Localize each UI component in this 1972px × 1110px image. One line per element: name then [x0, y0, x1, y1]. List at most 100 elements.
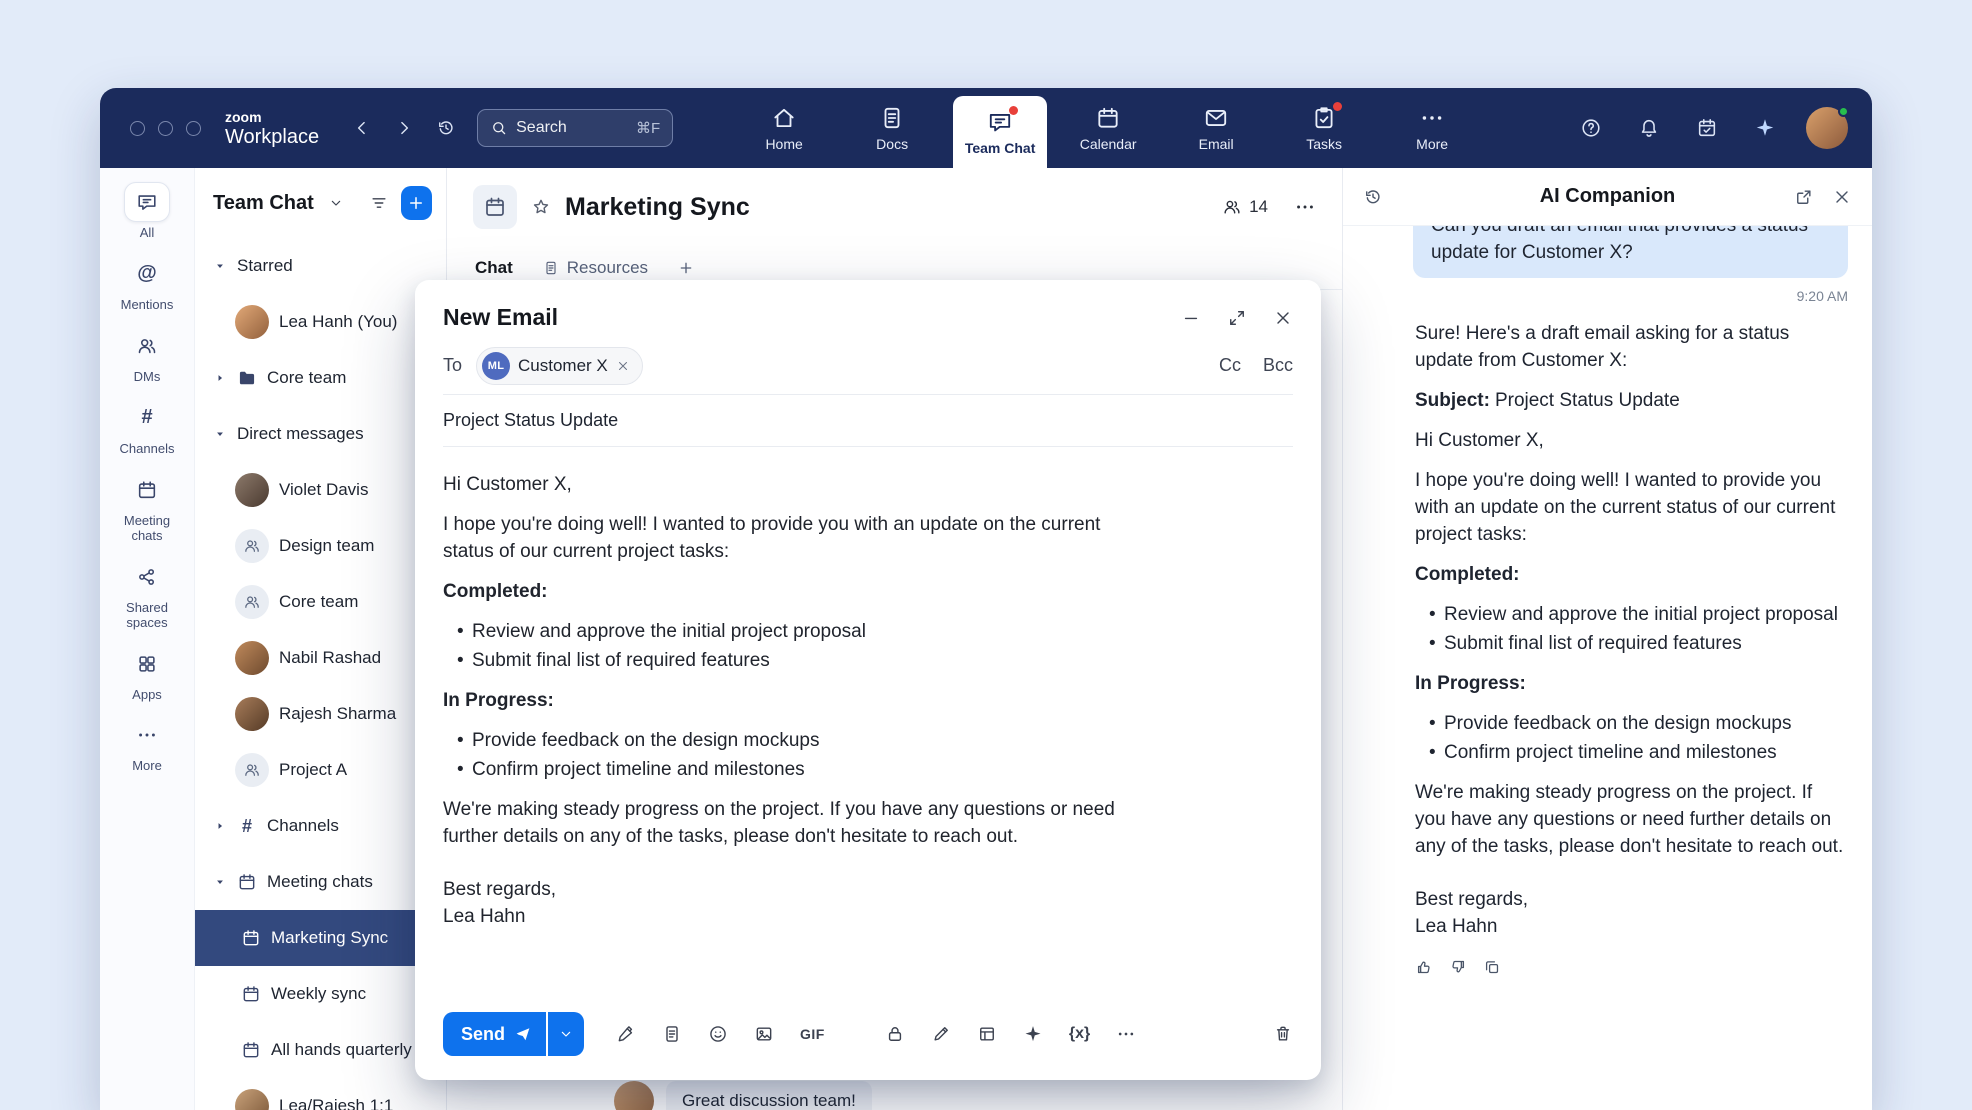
recipient-name: Customer X — [518, 356, 608, 376]
people-icon — [243, 537, 261, 555]
toolbar-more-button[interactable] — [1116, 1024, 1136, 1044]
help-button[interactable] — [1574, 111, 1608, 145]
recipient-chip[interactable]: ML Customer X — [476, 347, 643, 385]
ai-companion-button[interactable] — [1748, 111, 1782, 145]
rail-item-more[interactable]: More — [102, 713, 192, 776]
insert-image-button[interactable] — [754, 1024, 774, 1044]
send-options-button[interactable] — [548, 1012, 584, 1056]
home-icon — [771, 105, 797, 131]
participant-count: 14 — [1249, 197, 1268, 217]
signature-button[interactable] — [931, 1024, 951, 1044]
tasks-notification-dot — [1333, 102, 1342, 111]
nav-tasks[interactable]: Tasks — [1277, 88, 1371, 168]
chat-item-core-team[interactable]: Core team — [195, 574, 446, 630]
ai-history-button[interactable] — [1363, 187, 1383, 207]
rail-item-mentions[interactable]: @ Mentions — [102, 252, 192, 315]
rail-item-channels[interactable]: # Channels — [102, 396, 192, 459]
send-icon — [514, 1025, 532, 1043]
chat-item-rajesh-sharma[interactable]: Rajesh Sharma — [195, 686, 446, 742]
bcc-button[interactable]: Bcc — [1263, 355, 1293, 376]
send-button[interactable]: Send — [443, 1012, 546, 1056]
rail-item-meeting-chats[interactable]: Meeting chats — [102, 468, 192, 546]
filter-button[interactable] — [365, 188, 393, 218]
attach-file-button[interactable] — [662, 1024, 682, 1044]
modal-expand-button[interactable] — [1227, 308, 1247, 328]
format-button[interactable] — [616, 1024, 636, 1044]
nav-home[interactable]: Home — [737, 88, 831, 168]
list-item: Provide feedback on the design mockups — [1427, 710, 1848, 737]
history-button[interactable] — [429, 111, 463, 145]
subject-field[interactable]: Project Status Update — [443, 395, 1293, 447]
discard-draft-button[interactable] — [1273, 1024, 1293, 1044]
thumbs-down-icon — [1449, 958, 1467, 976]
chat-item-design-team[interactable]: Design team — [195, 518, 446, 574]
list-item: Submit final list of required features — [1427, 630, 1848, 657]
thumbs-down-button[interactable] — [1449, 958, 1467, 976]
ai-pop-out-button[interactable] — [1794, 187, 1814, 207]
chat-item-nabil-rashad[interactable]: Nabil Rashad — [195, 630, 446, 686]
rail-item-apps[interactable]: Apps — [102, 642, 192, 705]
hash-icon: # — [237, 816, 257, 837]
chat-item-core-team-folder[interactable]: Core team — [195, 350, 446, 406]
rail-item-dms[interactable]: DMs — [102, 324, 192, 387]
rail-item-all[interactable]: All — [102, 180, 192, 243]
back-button[interactable] — [345, 111, 379, 145]
topbar: zoom Workplace Search ⌘F Home — [100, 88, 1872, 168]
nav-email[interactable]: Email — [1169, 88, 1263, 168]
logo-workplace-text: Workplace — [225, 127, 319, 147]
sidebar-title-dropdown[interactable] — [322, 188, 350, 218]
ai-response-paragraph: I hope you're doing well! I wanted to pr… — [1415, 467, 1848, 548]
chat-item-all-hands-quarterly[interactable]: All hands quarterly — [195, 1022, 446, 1078]
remove-recipient-button[interactable] — [616, 359, 630, 373]
chat-item-violet-davis[interactable]: Violet Davis — [195, 462, 446, 518]
gif-button[interactable]: GIF — [800, 1026, 825, 1042]
user-avatar[interactable] — [1806, 107, 1848, 149]
chat-item-weekly-sync[interactable]: Weekly sync — [195, 966, 446, 1022]
email-body-editor[interactable]: Hi Customer X, I hope you're doing well!… — [443, 447, 1155, 1000]
section-channels[interactable]: # Channels — [195, 798, 446, 854]
modal-minimize-button[interactable] — [1181, 308, 1201, 328]
ai-compose-button[interactable] — [1023, 1024, 1043, 1044]
chat-item-project-a[interactable]: Project A — [195, 742, 446, 798]
nav-calendar[interactable]: Calendar — [1061, 88, 1155, 168]
calendar-icon — [241, 928, 261, 948]
list-item: Confirm project timeline and milestones — [455, 756, 1155, 783]
upcoming-meetings-button[interactable] — [1690, 111, 1724, 145]
window-zoom-button[interactable] — [186, 121, 201, 136]
forward-button[interactable] — [387, 111, 421, 145]
expand-icon — [1227, 308, 1247, 328]
thumbs-up-button[interactable] — [1415, 958, 1433, 976]
new-chat-button[interactable] — [401, 186, 432, 220]
cc-button[interactable]: Cc — [1219, 355, 1241, 376]
avatar — [235, 641, 269, 675]
rail-item-shared-spaces[interactable]: Shared spaces — [102, 555, 192, 633]
notifications-button[interactable] — [1632, 111, 1666, 145]
compose-toolbar: Send GIF {x} — [443, 1000, 1293, 1080]
section-meeting-chats[interactable]: Meeting chats — [195, 854, 446, 910]
left-icon-rail: All @ Mentions DMs # Channels Meeting ch… — [100, 168, 195, 1110]
encryption-button[interactable] — [885, 1024, 905, 1044]
nav-team-chat[interactable]: Team Chat — [953, 96, 1047, 168]
window-minimize-button[interactable] — [158, 121, 173, 136]
star-favorite-button[interactable] — [531, 197, 551, 217]
modal-close-button[interactable] — [1273, 308, 1293, 328]
emoji-button[interactable] — [708, 1024, 728, 1044]
chat-more-options-button[interactable] — [1294, 196, 1316, 218]
apps-icon — [136, 653, 158, 675]
variables-button[interactable]: {x} — [1069, 1025, 1090, 1043]
nav-docs[interactable]: Docs — [845, 88, 939, 168]
caret-down-icon — [213, 259, 227, 273]
chat-item-lea-rajesh[interactable]: Lea/Rajesh 1:1 — [195, 1078, 446, 1110]
chat-item-lea-hanh[interactable]: Lea Hanh (You) — [195, 294, 446, 350]
nav-more[interactable]: More — [1385, 88, 1479, 168]
template-button[interactable] — [977, 1024, 997, 1044]
participants-button[interactable]: 14 — [1222, 197, 1268, 217]
section-direct-messages[interactable]: Direct messages — [195, 406, 446, 462]
window-close-button[interactable] — [130, 121, 145, 136]
ai-close-button[interactable] — [1832, 187, 1852, 207]
desktop-background: zoom Workplace Search ⌘F Home — [0, 0, 1972, 1110]
chat-item-marketing-sync[interactable]: Marketing Sync — [195, 910, 446, 966]
copy-button[interactable] — [1483, 958, 1501, 976]
search-input[interactable]: Search ⌘F — [477, 109, 673, 147]
section-starred[interactable]: Starred — [195, 238, 446, 294]
